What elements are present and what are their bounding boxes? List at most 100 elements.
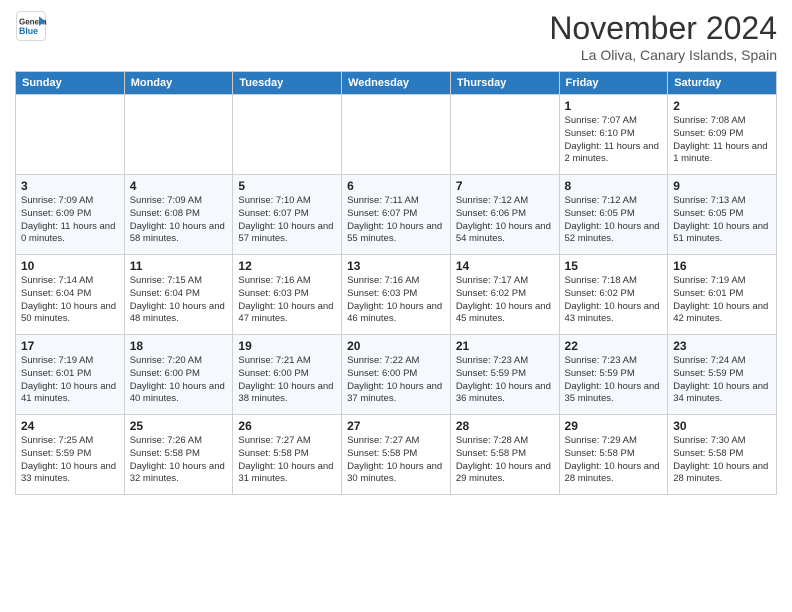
calendar-cell: 28 Sunrise: 7:28 AMSunset: 5:58 PMDayligh… — [450, 415, 559, 495]
day-number: 13 — [347, 259, 445, 273]
day-info: Sunrise: 7:14 AMSunset: 6:04 PMDaylight:… — [21, 275, 119, 326]
calendar-cell: 17Sunrise: 7:19 AMSunset: 6:01 PMDayligh… — [16, 335, 125, 415]
day-info: Sunrise: 7:24 AMSunset: 5:59 PMDaylight:… — [673, 355, 771, 406]
calendar-cell: 30 Sunrise: 7:30 AMSunset: 5:58 PMDayligh… — [668, 415, 777, 495]
calendar-cell: 14 Sunrise: 7:17 AMSunset: 6:02 PMDayligh… — [450, 255, 559, 335]
calendar-cell — [342, 95, 451, 175]
day-info: Sunrise: 7:17 AMSunset: 6:02 PMDaylight:… — [456, 275, 554, 326]
location: La Oliva, Canary Islands, Spain — [549, 47, 777, 63]
day-number: 6 — [347, 179, 445, 193]
calendar-cell: 2 Sunrise: 7:08 AMSunset: 6:09 PMDaylight… — [668, 95, 777, 175]
day-info: Sunrise: 7:15 AMSunset: 6:04 PMDaylight:… — [130, 275, 228, 326]
calendar-cell: 7Sunrise: 7:12 AMSunset: 6:06 PMDaylight… — [450, 175, 559, 255]
day-info: Sunrise: 7:13 AMSunset: 6:05 PMDaylight:… — [673, 195, 771, 246]
day-info: Sunrise: 7:26 AMSunset: 5:58 PMDaylight:… — [130, 435, 228, 486]
calendar-cell — [450, 95, 559, 175]
day-number: 11 — [130, 259, 228, 273]
day-info: Sunrise: 7:30 AMSunset: 5:58 PMDaylight:… — [673, 435, 771, 486]
page-container: General Blue November 2024 La Oliva, Can… — [0, 0, 792, 505]
calendar-cell: 9Sunrise: 7:13 AMSunset: 6:05 PMDaylight… — [668, 175, 777, 255]
calendar-cell: 29Sunrise: 7:29 AMSunset: 5:58 PMDayligh… — [559, 415, 668, 495]
day-info: Sunrise: 7:27 AMSunset: 5:58 PMDaylight:… — [347, 435, 445, 486]
calendar-cell: 5 Sunrise: 7:10 AMSunset: 6:07 PMDaylight… — [233, 175, 342, 255]
svg-text:Blue: Blue — [19, 26, 38, 36]
day-number: 25 — [130, 419, 228, 433]
calendar-cell — [16, 95, 125, 175]
day-number: 5 — [238, 179, 336, 193]
calendar-cell: 25 Sunrise: 7:26 AMSunset: 5:58 PMDayligh… — [124, 415, 233, 495]
day-info: Sunrise: 7:09 AMSunset: 6:09 PMDaylight:… — [21, 195, 119, 246]
calendar-cell: 10 Sunrise: 7:14 AMSunset: 6:04 PMDayligh… — [16, 255, 125, 335]
logo-icon: General Blue — [15, 10, 47, 42]
day-info: Sunrise: 7:28 AMSunset: 5:58 PMDaylight:… — [456, 435, 554, 486]
weekday-header-friday: Friday — [559, 72, 668, 95]
calendar-cell: 27 Sunrise: 7:27 AMSunset: 5:58 PMDayligh… — [342, 415, 451, 495]
day-info: Sunrise: 7:16 AMSunset: 6:03 PMDaylight:… — [347, 275, 445, 326]
calendar-cell: 8 Sunrise: 7:12 AMSunset: 6:05 PMDaylight… — [559, 175, 668, 255]
day-info: Sunrise: 7:19 AMSunset: 6:01 PMDaylight:… — [21, 355, 119, 406]
day-info: Sunrise: 7:08 AMSunset: 6:09 PMDaylight:… — [673, 115, 771, 166]
day-info: Sunrise: 7:19 AMSunset: 6:01 PMDaylight:… — [673, 275, 771, 326]
calendar-week-4: 17Sunrise: 7:19 AMSunset: 6:01 PMDayligh… — [16, 335, 777, 415]
calendar-cell — [233, 95, 342, 175]
calendar-week-2: 3Sunrise: 7:09 AMSunset: 6:09 PMDaylight… — [16, 175, 777, 255]
day-info: Sunrise: 7:23 AMSunset: 5:59 PMDaylight:… — [456, 355, 554, 406]
calendar-cell: 21 Sunrise: 7:23 AMSunset: 5:59 PMDayligh… — [450, 335, 559, 415]
calendar-cell: 18Sunrise: 7:20 AMSunset: 6:00 PMDayligh… — [124, 335, 233, 415]
header: General Blue November 2024 La Oliva, Can… — [15, 10, 777, 63]
calendar-cell: 26Sunrise: 7:27 AMSunset: 5:58 PMDayligh… — [233, 415, 342, 495]
day-info: Sunrise: 7:23 AMSunset: 5:59 PMDaylight:… — [565, 355, 663, 406]
calendar-cell — [124, 95, 233, 175]
day-info: Sunrise: 7:10 AMSunset: 6:07 PMDaylight:… — [238, 195, 336, 246]
day-number: 1 — [565, 99, 663, 113]
day-number: 19 — [238, 339, 336, 353]
weekday-header-saturday: Saturday — [668, 72, 777, 95]
day-info: Sunrise: 7:21 AMSunset: 6:00 PMDaylight:… — [238, 355, 336, 406]
logo: General Blue — [15, 10, 51, 42]
day-number: 2 — [673, 99, 771, 113]
day-number: 27 — [347, 419, 445, 433]
day-number: 22 — [565, 339, 663, 353]
day-number: 18 — [130, 339, 228, 353]
calendar-cell: 1 Sunrise: 7:07 AMSunset: 6:10 PMDaylight… — [559, 95, 668, 175]
day-number: 21 — [456, 339, 554, 353]
day-info: Sunrise: 7:12 AMSunset: 6:05 PMDaylight:… — [565, 195, 663, 246]
calendar-week-1: 1 Sunrise: 7:07 AMSunset: 6:10 PMDaylight… — [16, 95, 777, 175]
day-number: 24 — [21, 419, 119, 433]
calendar-cell: 6 Sunrise: 7:11 AMSunset: 6:07 PMDaylight… — [342, 175, 451, 255]
day-info: Sunrise: 7:11 AMSunset: 6:07 PMDaylight:… — [347, 195, 445, 246]
weekday-header-monday: Monday — [124, 72, 233, 95]
day-info: Sunrise: 7:22 AMSunset: 6:00 PMDaylight:… — [347, 355, 445, 406]
day-number: 23 — [673, 339, 771, 353]
day-info: Sunrise: 7:29 AMSunset: 5:58 PMDaylight:… — [565, 435, 663, 486]
calendar-cell: 19 Sunrise: 7:21 AMSunset: 6:00 PMDayligh… — [233, 335, 342, 415]
calendar-cell: 4Sunrise: 7:09 AMSunset: 6:08 PMDaylight… — [124, 175, 233, 255]
day-info: Sunrise: 7:12 AMSunset: 6:06 PMDaylight:… — [456, 195, 554, 246]
weekday-header-wednesday: Wednesday — [342, 72, 451, 95]
calendar-cell: 22 Sunrise: 7:23 AMSunset: 5:59 PMDayligh… — [559, 335, 668, 415]
month-title: November 2024 — [549, 10, 777, 47]
day-info: Sunrise: 7:07 AMSunset: 6:10 PMDaylight:… — [565, 115, 663, 166]
weekday-header-tuesday: Tuesday — [233, 72, 342, 95]
calendar-table: SundayMondayTuesdayWednesdayThursdayFrid… — [15, 71, 777, 495]
day-number: 30 — [673, 419, 771, 433]
calendar-cell: 24 Sunrise: 7:25 AMSunset: 5:59 PMDayligh… — [16, 415, 125, 495]
day-number: 20 — [347, 339, 445, 353]
weekday-header-sunday: Sunday — [16, 72, 125, 95]
calendar-week-3: 10 Sunrise: 7:14 AMSunset: 6:04 PMDayligh… — [16, 255, 777, 335]
day-number: 28 — [456, 419, 554, 433]
day-info: Sunrise: 7:16 AMSunset: 6:03 PMDaylight:… — [238, 275, 336, 326]
day-number: 10 — [21, 259, 119, 273]
day-info: Sunrise: 7:18 AMSunset: 6:02 PMDaylight:… — [565, 275, 663, 326]
day-number: 14 — [456, 259, 554, 273]
weekday-header-row: SundayMondayTuesdayWednesdayThursdayFrid… — [16, 72, 777, 95]
title-section: November 2024 La Oliva, Canary Islands, … — [549, 10, 777, 63]
day-info: Sunrise: 7:25 AMSunset: 5:59 PMDaylight:… — [21, 435, 119, 486]
calendar-cell: 23 Sunrise: 7:24 AMSunset: 5:59 PMDayligh… — [668, 335, 777, 415]
day-number: 16 — [673, 259, 771, 273]
calendar-cell: 3Sunrise: 7:09 AMSunset: 6:09 PMDaylight… — [16, 175, 125, 255]
calendar-cell: 13 Sunrise: 7:16 AMSunset: 6:03 PMDayligh… — [342, 255, 451, 335]
day-number: 8 — [565, 179, 663, 193]
calendar-cell: 15Sunrise: 7:18 AMSunset: 6:02 PMDayligh… — [559, 255, 668, 335]
weekday-header-thursday: Thursday — [450, 72, 559, 95]
